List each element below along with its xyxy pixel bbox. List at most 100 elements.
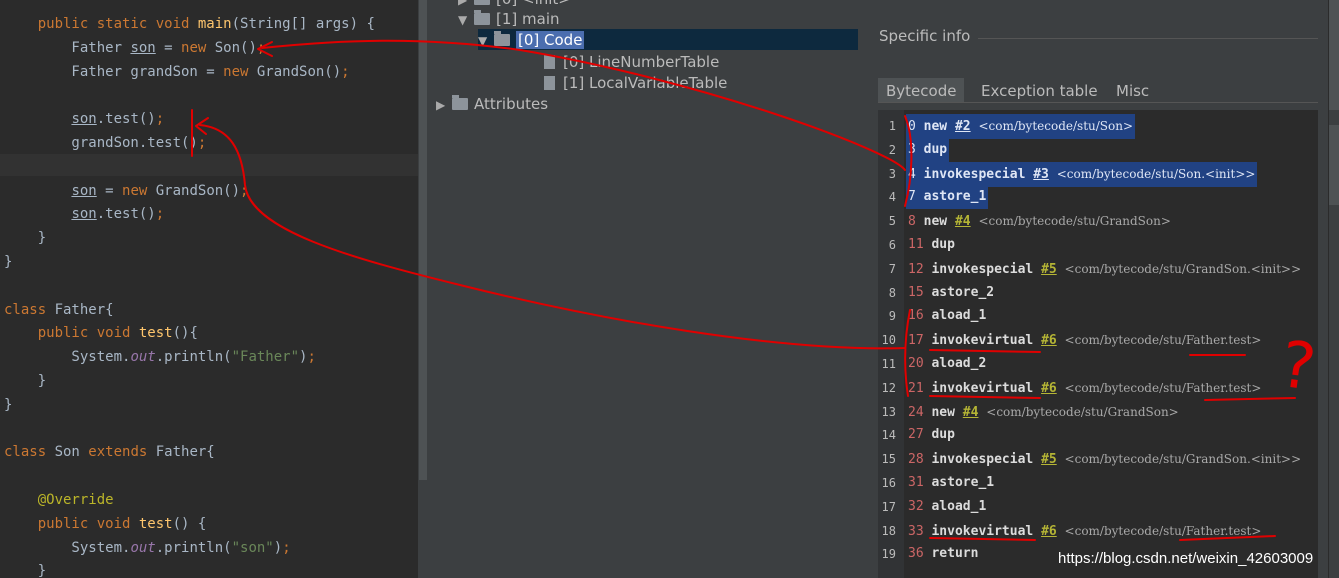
bytecode-line-number: 1 [888,119,896,133]
code-token: .println( [155,349,232,366]
editor-code-line: Father grandSon = new GrandSon(); [4,60,350,84]
bytecode-opcode: aload_1 [931,498,987,514]
bytecode-opcode: astore_1 [931,475,995,490]
editor-code-line: } [4,369,46,393]
bytecode-instruction: 27 dup [906,423,957,447]
collapsed-arrow-icon[interactable]: ▶ [436,94,452,116]
code-token: (String[] args) { [231,16,375,32]
bytecode-line-number: 19 [881,547,896,562]
code-token: @Override [37,492,114,508]
bytecode-constant-ref[interactable]: #3 [1033,167,1049,182]
tree-node-label: [1] LocalVariableTable [563,74,728,92]
bytecode-comment: <com/bytecode/stu/Father.test> [1064,523,1262,538]
code-token: = [155,39,182,56]
expanded-arrow-icon[interactable]: ▼ [458,9,474,31]
tool-window-tab-top[interactable] [1329,0,1339,110]
bytecode-comment: <com/bytecode/stu/GrandSon.<init>> [1064,261,1302,276]
tool-window-tab-bottom[interactable] [1329,125,1339,205]
editor-code-line: @Override [4,488,114,512]
tab-exception-table[interactable]: Exception table [973,78,1106,102]
bytecode-row[interactable]: 7 12 invokespecial #5 <com/bytecode/stu/G… [878,257,1301,281]
code-token: } [4,563,47,578]
bytecode-row[interactable]: 34 invokespecial #3 <com/bytecode/stu/So… [878,161,1258,187]
expanded-arrow-icon[interactable]: ▼ [478,30,494,52]
bytecode-constant-ref[interactable]: #5 [1041,262,1057,277]
bytecode-line-number: 17 [881,499,896,514]
editor-code-line: public static void main(String[] args) { [4,12,375,36]
code-token: ; [341,63,350,80]
code-token: Father{ [54,301,114,318]
folder-icon [474,10,490,25]
bytecode-row[interactable]: 6 11 dup [878,233,955,257]
bytecode-constant-ref[interactable]: #4 [963,405,979,420]
bytecode-row[interactable]: 19 36 return [878,542,979,566]
bytecode-row[interactable]: 12 21 invokevirtual #6 <com/bytecode/stu/… [878,376,1262,400]
bytecode-constant-ref[interactable]: #2 [955,119,971,134]
bytecode-row[interactable]: 16 31 astore_1 [878,471,995,495]
code-token: Father{ [155,444,215,461]
editor-scrollbar[interactable] [418,0,428,578]
bytecode-row[interactable]: 11 20 aload_2 [878,352,987,376]
bytecode-comment: <com/bytecode/stu/Father.test> [1064,380,1262,395]
bytecode-constant-ref[interactable]: #6 [1041,381,1057,396]
bytecode-constant-ref[interactable]: #5 [1041,452,1057,467]
bytecode-instruction: 7 astore_1 [906,185,989,210]
bytecode-opcode: dup [923,141,948,157]
bytecode-listing[interactable]: 10 new #2 <com/bytecode/stu/Son> 23 dup … [878,110,1318,578]
editor-code-line: son.test(); [4,202,164,226]
bytecode-row[interactable]: 8 15 astore_2 [878,281,994,305]
bytecode-constant-ref[interactable]: #6 [1041,333,1057,348]
tree-node[interactable]: ▼ [1] main [458,8,560,30]
code-token: ; [240,182,249,199]
bytecode-offset: 20 [908,356,924,371]
bytecode-row[interactable]: 47 astore_1 [878,185,989,210]
bytecode-line-number: 5 [888,214,896,229]
code-token: main [197,16,232,32]
bytecode-row[interactable]: 9 16 aload_1 [878,304,987,328]
folder-icon [494,31,510,46]
bytecode-offset: 32 [908,498,924,514]
bytecode-row[interactable]: 18 33 invokevirtual #6 <com/bytecode/stu/… [878,519,1262,543]
bytecode-row[interactable]: 15 28 invokespecial #5 <com/bytecode/stu/… [878,447,1302,471]
bytecode-row[interactable]: 10 new #2 <com/bytecode/stu/Son> [878,114,1136,139]
bytecode-constant-ref[interactable]: #6 [1041,524,1057,539]
bytecode-opcode: new [931,404,955,420]
tree-node[interactable]: [1] LocalVariableTable [528,72,727,94]
bytecode-row[interactable]: 23 dup [878,137,950,162]
bytecode-row[interactable]: 58 new #4 <com/bytecode/stu/GrandSon> [878,209,1171,233]
specific-info-divider [978,38,1318,39]
bytecode-offset: 11 [908,237,924,252]
editor-scrollbar-thumb[interactable] [419,0,427,480]
bytecode-row[interactable]: 17 32 aload_1 [878,495,987,519]
editor-code-line: Father son = new Son(); [4,36,265,60]
bytecode-row[interactable]: 13 24 new #4 <com/bytecode/stu/GrandSon> [878,400,1179,424]
bytecode-constant-ref[interactable]: #4 [955,214,971,229]
bytecode-opcode: dup [931,237,955,252]
tree-node-label: [0] Code [516,31,585,49]
bytecode-instruction: 28 invokespecial #5 <com/bytecode/stu/Gr… [906,447,1303,472]
tree-node[interactable]: ▼ [0] Code [478,29,585,52]
bytecode-offset: 4 [908,166,916,182]
tree-node[interactable]: [0] LineNumberTable [528,51,719,73]
bytecode-row[interactable]: 10 17 invokevirtual #6 <com/bytecode/stu/… [878,328,1262,352]
bytecode-row[interactable]: 14 27 dup [878,423,955,447]
editor-code-line: } [4,250,12,274]
tree-node[interactable]: ▶ Attributes [436,93,548,115]
bytecode-line-number: 2 [888,142,896,157]
tab-bytecode[interactable]: Bytecode [878,78,965,102]
bytecode-offset: 17 [908,333,924,349]
editor-code-line: } [4,393,12,417]
code-token: System. [4,539,131,556]
code-token: .println( [155,539,232,556]
editor-code-line: son = new GrandSon(); [4,179,248,203]
code-token: ; [307,349,316,366]
tab-misc[interactable]: Misc [1108,78,1157,102]
code-editor[interactable]: public static void main(String[] args) {… [0,0,418,578]
bytecode-instruction: 36 return [906,542,980,566]
code-token: new [122,182,156,199]
code-token: ; [282,539,291,556]
code-token: ; [256,39,266,56]
code-token: public static void [37,16,198,32]
